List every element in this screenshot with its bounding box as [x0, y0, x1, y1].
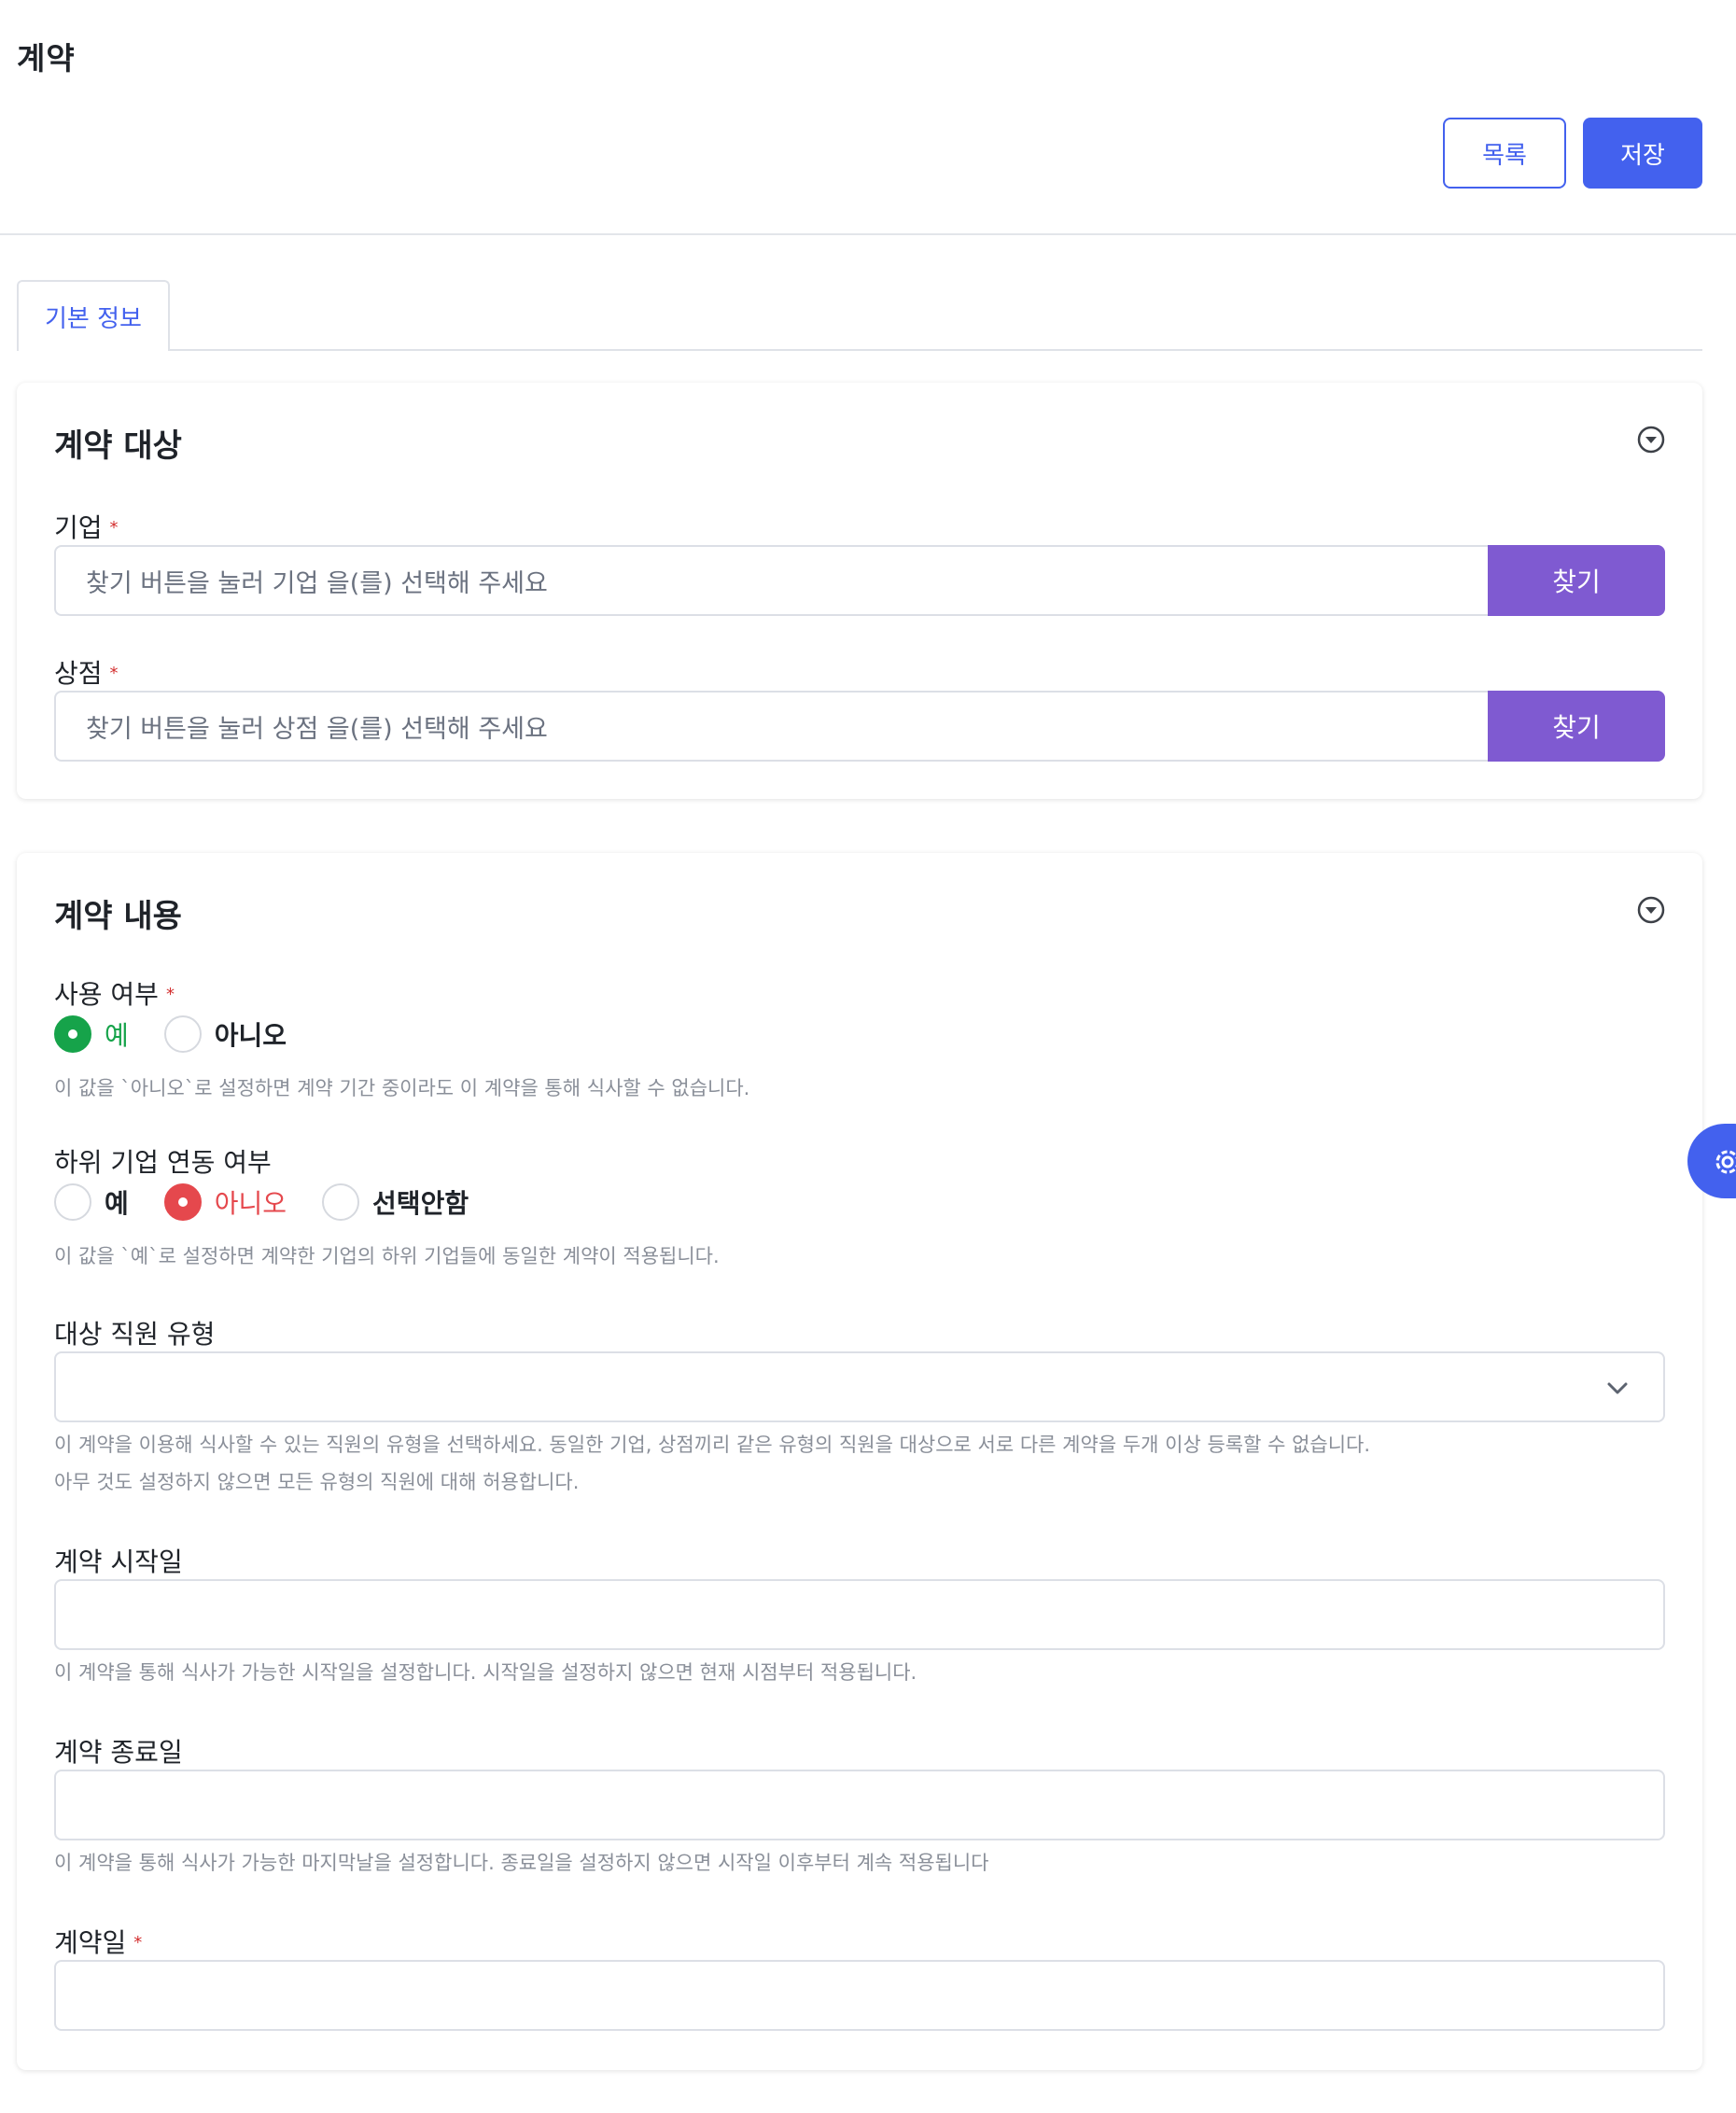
usage-help-text: 이 값을 `아니오`로 설정하면 계약 기간 중이라도 이 계약을 통해 식사할…	[54, 1077, 750, 1099]
usage-label: 사용 여부 *	[54, 974, 175, 1012]
end-date-label: 계약 종료일	[54, 1737, 183, 1768]
contract-date-label-text: 계약일	[54, 1927, 127, 1958]
company-label-text: 기업	[54, 512, 103, 543]
employee-type-help-text-1: 이 계약을 이용해 식사할 수 있는 직원의 유형을 선택하세요. 동일한 기업…	[54, 1434, 1371, 1456]
sub-company-option-no[interactable]: 아니오	[163, 1183, 287, 1221]
required-mark: *	[133, 1933, 143, 1952]
sub-company-label: 하위 기업 연동 여부	[54, 1147, 272, 1178]
gear-icon	[1715, 1150, 1736, 1174]
store-label-text: 상점	[54, 658, 103, 689]
store-find-button[interactable]: 찾기	[1488, 691, 1665, 762]
radio-selected[interactable]	[54, 1015, 91, 1053]
header-divider	[0, 233, 1736, 235]
sub-company-option-yes-label: 예	[105, 1188, 129, 1219]
contract-target-card: 계약 대상 기업 * 찾기 버튼을 눌러 기업 을(를) 선택해 주세요 찾기 상…	[17, 383, 1702, 799]
store-label: 상점 *	[54, 653, 119, 691]
usage-radio-group: 예 아니오	[54, 1015, 322, 1053]
tab-bar-line	[17, 349, 1702, 351]
radio-unselected[interactable]	[54, 1183, 91, 1221]
radio-unselected[interactable]	[322, 1183, 360, 1221]
employee-type-help-text-2: 아무 것도 설정하지 않으면 모든 유형의 직원에 대해 허용합니다.	[54, 1471, 580, 1493]
end-date-input[interactable]	[54, 1770, 1665, 1840]
tab-basic-info[interactable]: 기본 정보	[17, 280, 170, 351]
company-find-button[interactable]: 찾기	[1488, 545, 1665, 616]
employee-type-select[interactable]	[54, 1351, 1665, 1422]
contract-date-input[interactable]	[54, 1960, 1665, 2031]
sub-company-option-no-label: 아니오	[214, 1188, 287, 1219]
required-mark: *	[109, 518, 119, 538]
company-input[interactable]: 찾기 버튼을 눌러 기업 을(를) 선택해 주세요	[54, 545, 1488, 616]
required-mark: *	[165, 985, 175, 1004]
company-label: 기업 *	[54, 508, 119, 545]
chevron-circle-down-icon[interactable]	[1637, 896, 1665, 924]
radio-selected[interactable]	[163, 1183, 202, 1221]
list-button[interactable]: 목록	[1443, 118, 1566, 189]
sub-company-help-text: 이 값을 `예`로 설정하면 계약한 기업의 하위 기업들에 동일한 계약이 적…	[54, 1245, 720, 1267]
save-button[interactable]: 저장	[1583, 118, 1702, 189]
page-title: 계약	[17, 40, 76, 77]
usage-option-yes[interactable]: 예	[54, 1015, 129, 1053]
chevron-circle-down-icon[interactable]	[1637, 426, 1665, 454]
section-title: 계약 내용	[54, 898, 182, 935]
required-mark: *	[109, 664, 119, 683]
contract-content-card: 계약 내용 사용 여부 * 예 아니오 이 값을 `아니오`로 설정하면 계약 기…	[17, 853, 1702, 2070]
sub-company-radio-group: 예 아니오 선택안함	[54, 1183, 504, 1221]
usage-label-text: 사용 여부	[54, 979, 159, 1010]
sub-company-option-none-label: 선택안함	[372, 1188, 469, 1219]
start-date-help-text: 이 계약을 통해 식사가 가능한 시작일을 설정합니다. 시작일을 설정하지 않…	[54, 1661, 917, 1684]
start-date-label: 계약 시작일	[54, 1546, 183, 1577]
usage-option-yes-label: 예	[105, 1020, 129, 1051]
usage-option-no[interactable]: 아니오	[163, 1015, 287, 1053]
employee-type-label: 대상 직원 유형	[54, 1319, 216, 1350]
section-title: 계약 대상	[54, 427, 182, 465]
store-input[interactable]: 찾기 버튼을 눌러 상점 을(를) 선택해 주세요	[54, 691, 1488, 762]
chevron-down-icon[interactable]	[1605, 1376, 1630, 1400]
start-date-input[interactable]	[54, 1579, 1665, 1650]
usage-option-no-label: 아니오	[214, 1020, 287, 1051]
contract-date-label: 계약일 *	[54, 1923, 142, 1960]
radio-unselected[interactable]	[163, 1015, 202, 1053]
sub-company-option-none[interactable]: 선택안함	[322, 1183, 469, 1221]
end-date-help-text: 이 계약을 통해 식사가 가능한 마지막날을 설정합니다. 종료일을 설정하지 …	[54, 1852, 989, 1874]
sub-company-option-yes[interactable]: 예	[54, 1183, 129, 1221]
